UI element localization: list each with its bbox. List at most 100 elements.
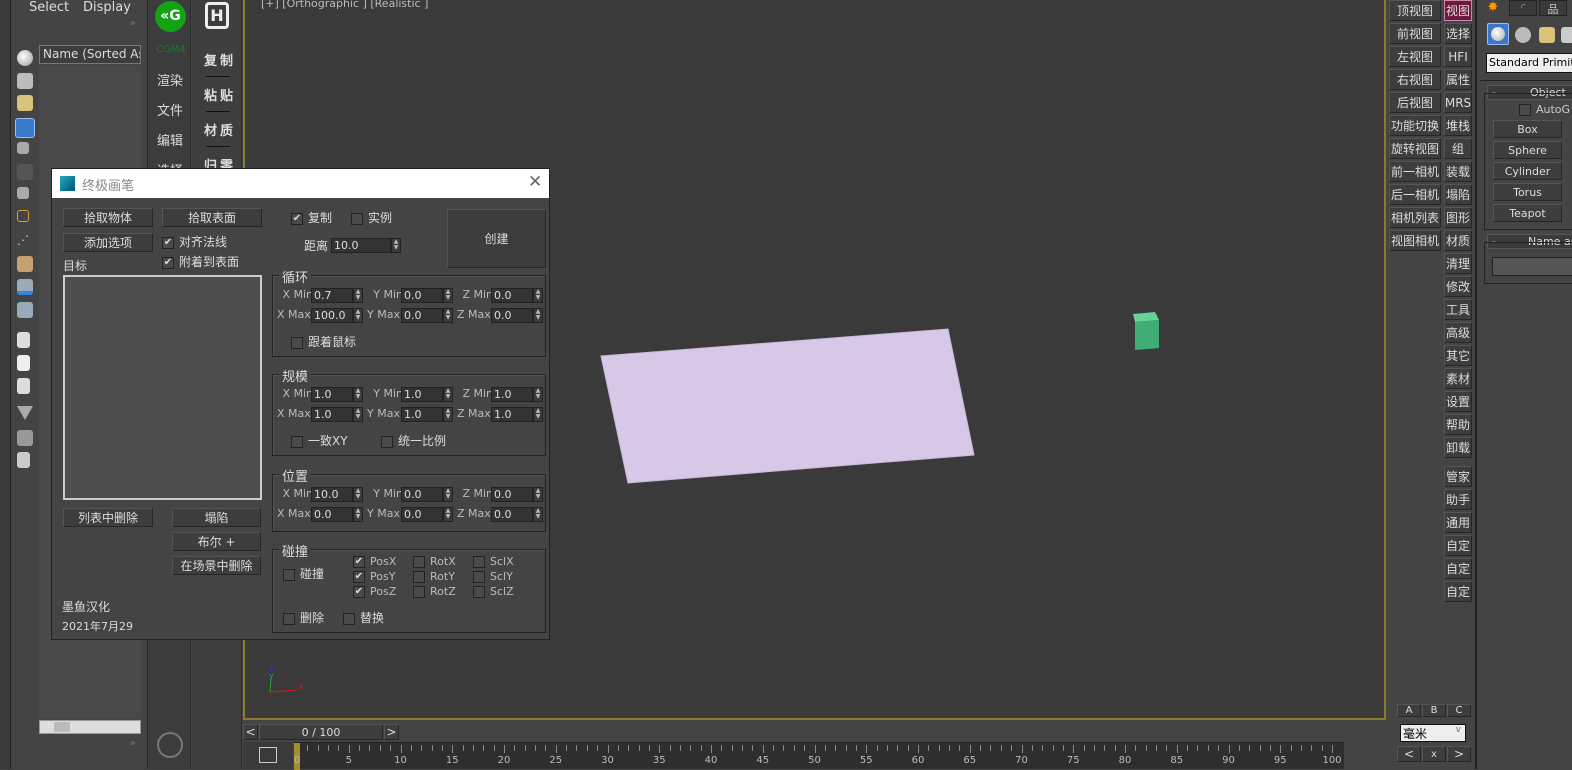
plugin-tool-button[interactable]: 塌陷 xyxy=(1444,184,1472,205)
h-copy[interactable]: 复制 xyxy=(204,50,236,69)
zmin-value[interactable]: 0.0 xyxy=(491,487,533,502)
posx-checkbox[interactable]: ✔ PosX xyxy=(353,555,396,568)
zmax-value[interactable]: 0.0 xyxy=(491,507,533,522)
cgm-menu-edit[interactable]: 编辑 xyxy=(157,130,183,149)
h-paste[interactable]: 粘贴 xyxy=(204,85,236,104)
zmax-value[interactable]: 1.0 xyxy=(491,407,533,422)
lights-category-icon[interactable] xyxy=(1539,27,1555,43)
viewport-tool-button[interactable]: 视图相机 xyxy=(1389,230,1441,251)
viewport-tool-button[interactable]: 旋转视图 xyxy=(1389,138,1441,159)
autogrid-checkbox[interactable]: AutoG xyxy=(1519,103,1570,116)
modify-tab-icon[interactable]: ◜ xyxy=(1509,0,1537,16)
ymax-value[interactable]: 1.0 xyxy=(401,407,443,422)
h-material[interactable]: 材质 xyxy=(204,120,236,139)
remove-from-list-button[interactable]: 列表中删除 xyxy=(63,508,153,527)
align-normal-checkbox[interactable]: ✔ 对齐法线 xyxy=(162,233,227,250)
ymax-value[interactable]: 0.0 xyxy=(401,308,443,323)
zmax-value[interactable]: 0.0 xyxy=(491,308,533,323)
follow-mouse-checkbox[interactable]: 跟着鼠标 xyxy=(291,333,356,350)
settings-gear-icon[interactable] xyxy=(157,732,183,758)
plugin-tool-button[interactable]: 管家 xyxy=(1444,466,1472,487)
plugin-tool-button[interactable]: 堆栈 xyxy=(1444,115,1472,136)
plugin-tool-button[interactable]: 卸载 xyxy=(1444,437,1472,458)
list-all-icon[interactable] xyxy=(17,332,30,348)
plugin-tool-button[interactable]: 工具 xyxy=(1444,299,1472,320)
zmin-value[interactable]: 0.0 xyxy=(491,288,533,303)
hierarchy-tab-icon[interactable]: 品 xyxy=(1539,0,1567,16)
plugin-tool-button[interactable]: 清理 xyxy=(1444,253,1472,274)
bones-filter-icon[interactable]: ⋰ xyxy=(17,233,33,249)
spacewarps-filter-icon[interactable] xyxy=(17,164,33,180)
plugin-tool-button[interactable]: 修改 xyxy=(1444,276,1472,297)
plugin-tool-button[interactable]: 自定 xyxy=(1444,558,1472,579)
copy-checkbox[interactable]: ✔ 复制 xyxy=(291,209,332,226)
loop-ymin-spinner[interactable]: 0.0 ▲ ▼ xyxy=(401,288,453,303)
sclz-checkbox[interactable]: SclZ xyxy=(473,585,514,598)
pick-surface-button[interactable]: 拾取表面 xyxy=(162,208,262,227)
spinner-arrows-icon[interactable]: ▲ ▼ xyxy=(443,387,453,402)
groups-filter-icon[interactable] xyxy=(17,187,29,199)
scale-zmin-spinner[interactable]: 1.0 ▲ ▼ xyxy=(491,387,543,402)
position-ymin-spinner[interactable]: 0.0 ▲ ▼ xyxy=(401,487,453,502)
next-frame-button[interactable]: > xyxy=(384,724,399,740)
menu-select[interactable]: Select xyxy=(29,0,69,15)
button-b[interactable]: B xyxy=(1422,704,1446,717)
horizontal-scrollbar[interactable] xyxy=(39,720,141,734)
viewport-tool-button[interactable]: 前视图 xyxy=(1389,23,1441,44)
plugin-tool-button[interactable]: 高级 xyxy=(1444,322,1472,343)
box-button[interactable]: Box xyxy=(1493,120,1562,138)
plugin-tool-button[interactable]: 设置 xyxy=(1444,391,1472,412)
button-c[interactable]: C xyxy=(1447,704,1471,717)
distance-spinner[interactable]: 10.0 ▲ ▼ xyxy=(331,238,401,253)
collapse-button[interactable]: 塌陷 xyxy=(172,508,261,527)
containers-filter-icon[interactable] xyxy=(17,256,33,272)
spinner-arrows-icon[interactable]: ▲ ▼ xyxy=(353,308,363,323)
viewport-tool-button[interactable]: 功能切换 xyxy=(1389,115,1441,136)
delete-in-scene-button[interactable]: 在场景中删除 xyxy=(172,556,261,575)
rotx-checkbox[interactable]: RotX xyxy=(413,555,456,568)
plugin-tool-button[interactable]: 助手 xyxy=(1444,489,1472,510)
delete-checkbox[interactable]: 删除 xyxy=(283,609,324,626)
spinner-arrows-icon[interactable]: ▲ ▼ xyxy=(533,288,543,303)
scale-xmax-spinner[interactable]: 1.0 ▲ ▼ xyxy=(311,407,363,422)
position-zmax-spinner[interactable]: 0.0 ▲ ▼ xyxy=(491,507,543,522)
position-ymax-spinner[interactable]: 0.0 ▲ ▼ xyxy=(401,507,453,522)
filter-settings-icon[interactable] xyxy=(17,430,33,446)
roty-checkbox[interactable]: RotY xyxy=(413,570,455,583)
geometry-filter-icon[interactable] xyxy=(17,50,33,66)
xmin-value[interactable]: 10.0 xyxy=(311,487,353,502)
shapes-filter-icon[interactable] xyxy=(17,73,33,89)
primitive-type-dropdown[interactable]: Standard Primitiv xyxy=(1486,53,1572,73)
ymax-value[interactable]: 0.0 xyxy=(401,507,443,522)
spinner-arrows-icon[interactable]: ▲ ▼ xyxy=(533,308,543,323)
cgm-menu-file[interactable]: 文件 xyxy=(157,100,183,119)
create-tab-icon[interactable]: ✸ xyxy=(1479,0,1507,16)
loop-zmin-spinner[interactable]: 0.0 ▲ ▼ xyxy=(491,288,543,303)
ymin-value[interactable]: 0.0 xyxy=(401,487,443,502)
viewport-tool-button[interactable]: 顶视图 xyxy=(1389,0,1441,21)
helpers-filter-icon[interactable] xyxy=(17,142,29,154)
add-option-button[interactable]: 添加选项 xyxy=(63,233,153,252)
timeline-ruler[interactable]: 0 5 10 15 20 25 30 35 40 45 50 55 60 65 70 75 80 85 90 95 10… xyxy=(294,742,1344,770)
spinner-arrows-icon[interactable]: ▲ ▼ xyxy=(353,407,363,422)
plugin-tool-button[interactable]: 属性 xyxy=(1444,69,1472,90)
menu-display[interactable]: Display xyxy=(83,0,131,15)
plugin-tool-button[interactable]: HFI xyxy=(1444,46,1472,67)
zmin-value[interactable]: 1.0 xyxy=(491,387,533,402)
scene-explorer-header[interactable]: Name (Sorted Asc xyxy=(39,45,141,64)
viewport-tool-button[interactable]: 右视图 xyxy=(1389,69,1441,90)
object-name-field[interactable] xyxy=(1492,257,1572,276)
display-options-icon[interactable] xyxy=(17,452,30,468)
cgm-menu-render[interactable]: 渲染 xyxy=(157,70,183,89)
loop-xmin-spinner[interactable]: 0.7 ▲ ▼ xyxy=(311,288,363,303)
ymin-value[interactable]: 1.0 xyxy=(401,387,443,402)
viewport-tool-button[interactable]: 相机列表 xyxy=(1389,207,1441,228)
xmax-value[interactable]: 1.0 xyxy=(311,407,353,422)
spinner-arrows-icon[interactable]: ▲ ▼ xyxy=(533,387,543,402)
distance-value[interactable]: 10.0 xyxy=(331,238,391,253)
unit-dropdown[interactable]: 毫米 v xyxy=(1400,724,1466,742)
nav-next-button[interactable]: > xyxy=(1447,746,1471,762)
filter-icon[interactable] xyxy=(17,406,33,420)
cgm-logo-icon[interactable]: «G xyxy=(155,1,186,32)
spinner-arrows-icon[interactable]: ▲ ▼ xyxy=(353,387,363,402)
